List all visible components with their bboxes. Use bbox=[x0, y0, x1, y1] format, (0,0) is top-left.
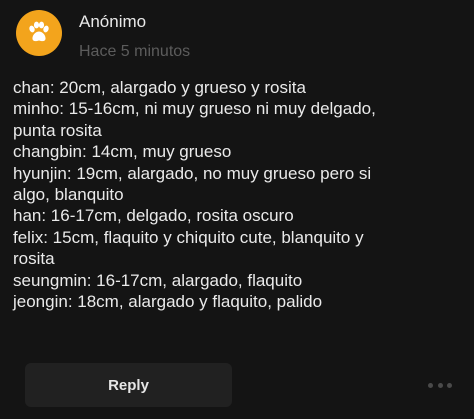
body-line: hyunjin: 19cm, alargado, no muy grueso p… bbox=[13, 163, 372, 183]
body-line: punta rosita bbox=[13, 120, 102, 140]
comment-card: Anónimo Hace 5 minutos chan: 20cm, alarg… bbox=[0, 0, 474, 419]
comment-body: chan: 20cm, alargado y grueso y rosita m… bbox=[13, 77, 465, 312]
comment-meta: Anónimo Hace 5 minutos bbox=[79, 12, 190, 61]
body-line: jeongin: 18cm, alargado y flaquito, pali… bbox=[13, 292, 323, 312]
more-dots-icon[interactable] bbox=[428, 378, 452, 392]
comment-header: Anónimo Hace 5 minutos bbox=[16, 10, 190, 61]
dot bbox=[447, 382, 452, 388]
body-line: chan: 20cm, alargado y grueso y rosita bbox=[13, 78, 306, 97]
dot bbox=[428, 382, 433, 388]
avatar[interactable] bbox=[16, 10, 62, 56]
body-line: rosita bbox=[13, 249, 55, 269]
dot bbox=[437, 382, 443, 388]
body-line: felix: 15cm, flaquito y chiquito cute, b… bbox=[13, 227, 364, 247]
body-line: seungmin: 16-17cm, alargado, flaquito bbox=[13, 270, 303, 290]
post-timestamp: Hace 5 minutos bbox=[79, 43, 191, 60]
body-line: han: 16-17cm, delgado, rosita oscuro bbox=[13, 206, 294, 226]
body-line: minho: 15-16cm, ni muy grueso ni muy del… bbox=[13, 99, 376, 119]
paw-icon bbox=[29, 21, 49, 42]
author-name[interactable]: Anónimo bbox=[79, 12, 190, 32]
body-line: changbin: 14cm, muy grueso bbox=[13, 142, 232, 162]
reply-button[interactable]: Reply bbox=[25, 363, 232, 407]
body-line: algo, blanquito bbox=[13, 185, 124, 205]
